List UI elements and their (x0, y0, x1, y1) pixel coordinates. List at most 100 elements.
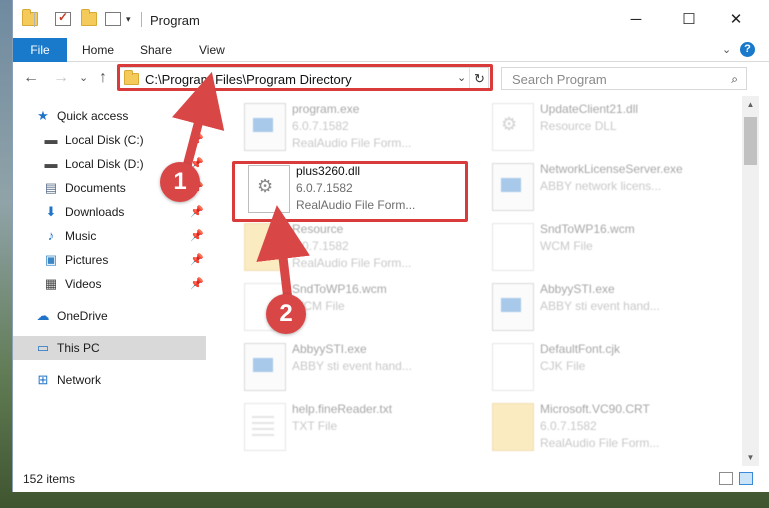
file-item-microsoft-vc90-crt[interactable]: Microsoft.VC90.CRT 6.0.7.1582 RealAudio … (484, 398, 714, 456)
file-item-updateclient21-dll[interactable]: UpdateClient21.dll Resource DLL (484, 98, 714, 156)
status-bar: 152 items (13, 466, 769, 492)
back-arrow-icon[interactable]: ← (23, 69, 39, 87)
pin-icon[interactable]: 📌 (190, 133, 204, 146)
sidebar-item-network[interactable]: ⊞ Network (13, 368, 206, 392)
file-version: ABBY sti event hand... (540, 299, 660, 313)
file-version: ABBY sti event hand... (292, 359, 412, 373)
sidebar-item-music[interactable]: ♪ Music 📌 (13, 224, 206, 248)
file-version: CJK File (540, 359, 586, 373)
chevron-down-icon[interactable]: ⌄ (722, 43, 731, 56)
folder-icon (492, 403, 534, 451)
new-folder-icon[interactable] (81, 9, 97, 26)
file-type: RealAudio File Form... (540, 436, 660, 450)
sidebar-item-pictures[interactable]: ▣ Pictures 📌 (13, 248, 206, 272)
sidebar-item-label: Videos (65, 277, 102, 291)
tab-home[interactable]: Home (82, 38, 114, 62)
step-2-badge: 2 (266, 294, 306, 334)
file-item-program-exe[interactable]: program.exe 6.0.7.1582 RealAudio File Fo… (236, 98, 466, 156)
close-button[interactable]: ✕ (713, 6, 759, 34)
file-explorer-window: ▾ Program ─ ☐ ✕ File Home Share View ⌄ ?… (12, 0, 769, 492)
sidebar-item-label: Documents (65, 181, 126, 195)
file-item-networklicenseserver-exe[interactable]: NetworkLicenseServer.exe ABBY network li… (484, 158, 714, 216)
large-icons-view-icon[interactable] (739, 472, 753, 485)
music-icon: ♪ (47, 228, 55, 243)
minimize-button[interactable]: ─ (613, 6, 659, 34)
search-input[interactable]: Search Program ⌕ (501, 67, 747, 90)
file-version: ABBY network licens... (540, 179, 662, 193)
search-icon[interactable]: ⌕ (731, 72, 738, 87)
sidebar-item-this-pc[interactable]: ▭ This PC (13, 336, 206, 360)
file-item-abbyysti-exe[interactable]: AbbyySTI.exe ABBY sti event hand... (484, 278, 714, 336)
divider (34, 12, 35, 27)
folder-icon (22, 9, 38, 26)
sidebar-item-onedrive[interactable]: ☁ OneDrive (13, 304, 206, 328)
sidebar-item-downloads[interactable]: ⬇ Downloads 📌 (13, 200, 206, 224)
this-pc-icon: ▭ (36, 340, 50, 355)
file-item-sndtowp16-wcm[interactable]: SndToWP16.wcm WCM File (484, 218, 714, 276)
pin-icon[interactable]: 📌 (190, 205, 204, 218)
qat-dropdown-icon[interactable]: ▾ (126, 14, 131, 25)
disk-icon: ▬ (44, 156, 58, 171)
pictures-icon: ▣ (44, 252, 58, 267)
window-title: Program (150, 13, 200, 28)
scroll-down-icon[interactable]: ▼ (742, 449, 759, 466)
file-name: Resource (292, 222, 344, 236)
file-version: WCM File (540, 239, 593, 253)
sidebar-item-label: Quick access (57, 109, 129, 123)
exe-icon (492, 163, 534, 211)
sidebar-item-label: Music (65, 229, 97, 243)
file-icon (492, 343, 534, 391)
tab-view[interactable]: View (199, 38, 225, 62)
scroll-thumb[interactable] (744, 117, 757, 165)
star-icon: ★ (37, 108, 49, 123)
file-name: help.fineReader.txt (292, 402, 393, 416)
properties-icon[interactable] (55, 10, 71, 26)
file-version: 6.0.7.1582 (540, 419, 597, 433)
tab-share[interactable]: Share (140, 38, 172, 62)
exe-icon (244, 103, 286, 151)
file-name: SndToWP16.wcm (540, 222, 635, 236)
address-bar-highlight (117, 64, 493, 91)
ribbon-tabs: File Home Share View ⌄ ? (13, 38, 769, 62)
customize-qat-icon[interactable] (105, 12, 121, 26)
file-item-defaultfont-cjk[interactable]: DefaultFont.cjk CJK File (484, 338, 714, 396)
file-type: RealAudio File Form... (292, 256, 412, 270)
maximize-button[interactable]: ☐ (666, 6, 712, 34)
file-item-abbyysti-exe[interactable]: AbbyySTI.exe ABBY sti event hand... (236, 338, 466, 396)
sidebar-item-label: Downloads (65, 205, 125, 219)
documents-icon: ▤ (44, 180, 58, 195)
sidebar-item-label: OneDrive (57, 309, 108, 323)
file-item-help-finereader-txt[interactable]: help.fineReader.txt TXT File (236, 398, 466, 456)
file-version: 6.0.7.1582 (292, 119, 349, 133)
details-view-icon[interactable] (719, 472, 733, 485)
file-highlight (232, 161, 468, 222)
pin-icon[interactable]: 📌 (190, 277, 204, 290)
recent-locations-icon[interactable]: ⌄ (79, 71, 88, 84)
file-item-resource[interactable]: Resource 6.0.7.1582 RealAudio File Form.… (236, 218, 466, 276)
sidebar-item-videos[interactable]: ▦ Videos 📌 (13, 272, 206, 296)
file-name: UpdateClient21.dll (540, 102, 639, 116)
tab-file[interactable]: File (13, 38, 67, 62)
disk-icon: ▬ (44, 132, 58, 147)
file-name: AbbyySTI.exe (540, 282, 615, 296)
folder-icon (244, 223, 286, 271)
file-list: program.exe 6.0.7.1582 RealAudio File Fo… (206, 96, 742, 466)
sidebar-item-label: This PC (57, 341, 100, 355)
vertical-scrollbar[interactable]: ▲ ▼ (742, 96, 759, 466)
up-arrow-icon[interactable]: ↑ (99, 69, 107, 87)
forward-arrow-icon[interactable]: → (53, 69, 69, 87)
help-icon[interactable]: ? (740, 42, 755, 57)
sidebar-item-quick-access[interactable]: ★ Quick access (13, 104, 206, 128)
sidebar-item-local-disk-c[interactable]: ▬ Local Disk (C:) 📌 (13, 128, 206, 152)
file-name: NetworkLicenseServer.exe (540, 162, 683, 176)
downloads-icon: ⬇ (45, 204, 57, 219)
scroll-up-icon[interactable]: ▲ (742, 96, 759, 113)
file-type: Resource DLL (540, 119, 617, 133)
file-name: program.exe (292, 102, 360, 116)
pin-icon[interactable]: 📌 (190, 229, 204, 242)
step-1-badge: 1 (160, 162, 200, 202)
title-bar: ▾ Program ─ ☐ ✕ (13, 0, 769, 38)
exe-icon (244, 343, 286, 391)
file-version: 6.0.7.1582 (292, 239, 349, 253)
pin-icon[interactable]: 📌 (190, 253, 204, 266)
